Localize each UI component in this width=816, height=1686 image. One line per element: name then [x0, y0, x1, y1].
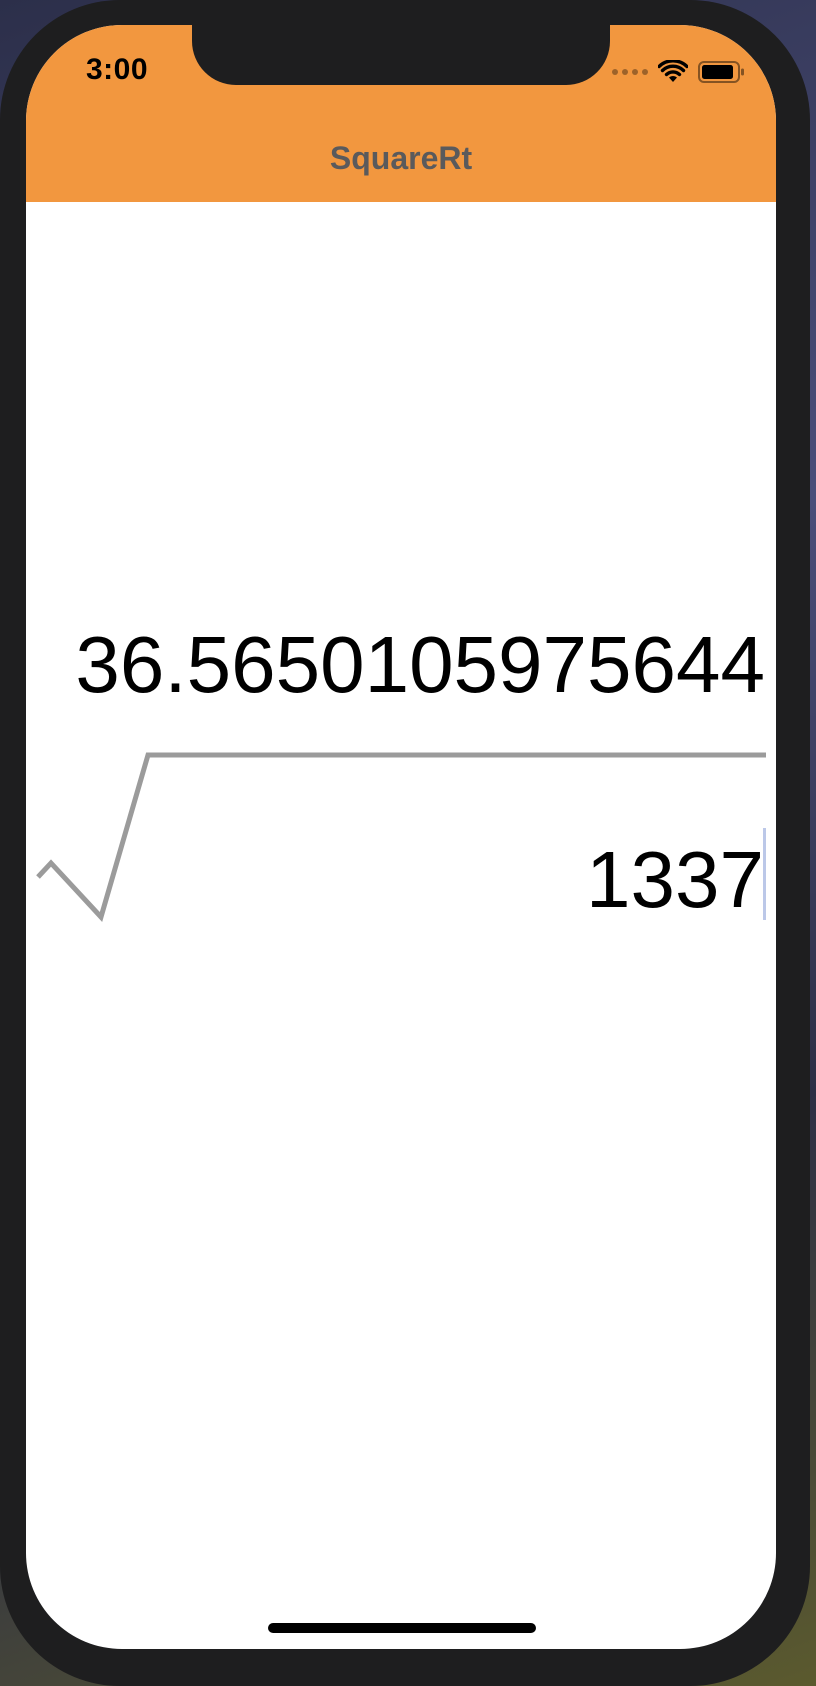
number-input[interactable]	[146, 830, 776, 930]
home-indicator[interactable]	[268, 1623, 536, 1633]
device-frame: 3:00 SquareRt 36.5650105975644 1337	[0, 0, 810, 1686]
app-screen: 3:00 SquareRt 36.5650105975644 1337	[26, 25, 776, 1649]
text-cursor	[763, 828, 766, 920]
